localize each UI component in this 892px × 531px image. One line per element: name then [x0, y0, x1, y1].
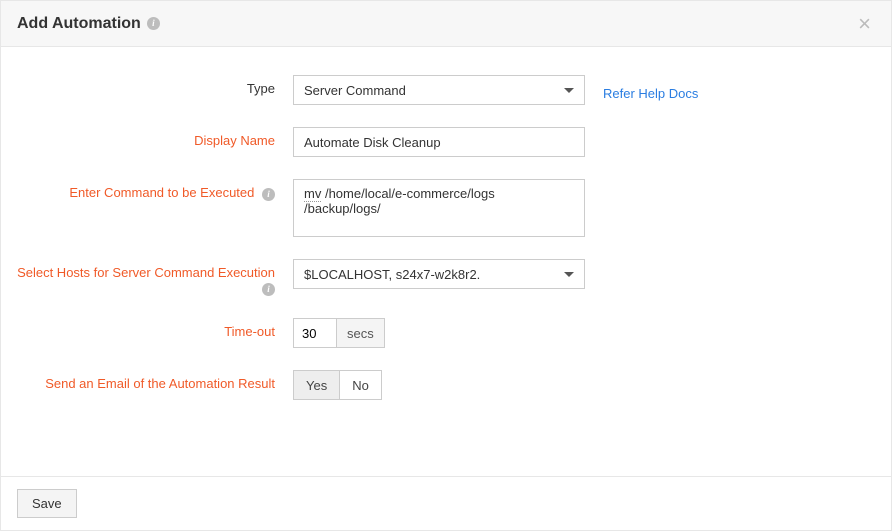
label-command-text: Enter Command to be Executed: [69, 185, 254, 200]
type-select[interactable]: Server Command: [293, 75, 585, 105]
dialog-title: Add Automation: [17, 15, 141, 33]
label-timeout: Time-out: [17, 318, 293, 339]
type-select-value: Server Command: [304, 83, 406, 98]
hosts-select[interactable]: $LOCALHOST, s24x7-w2k8r2.: [293, 259, 585, 289]
dialog-title-wrap: Add Automation i: [17, 15, 160, 33]
field-email-result: Yes No: [293, 370, 382, 400]
display-name-input[interactable]: [293, 127, 585, 157]
field-command: mv /home/local/e-commerce/logs /backup/l…: [293, 179, 585, 237]
label-hosts: Select Hosts for Server Command Executio…: [17, 259, 293, 296]
label-command: Enter Command to be Executed i: [17, 179, 293, 201]
info-icon[interactable]: i: [262, 188, 275, 201]
hosts-select-value: $LOCALHOST, s24x7-w2k8r2.: [304, 267, 480, 282]
row-display-name: Display Name: [17, 127, 875, 157]
form-body: Type Server Command Refer Help Docs Disp…: [1, 47, 891, 438]
chevron-down-icon: [564, 88, 574, 93]
label-hosts-text: Select Hosts for Server Command Executio…: [17, 265, 275, 280]
help-docs-link[interactable]: Refer Help Docs: [603, 80, 698, 101]
command-textarea[interactable]: mv /home/local/e-commerce/logs /backup/l…: [293, 179, 585, 237]
row-command: Enter Command to be Executed i mv /home/…: [17, 179, 875, 237]
dialog-header: Add Automation i ×: [1, 1, 891, 47]
email-toggle-group: Yes No: [293, 370, 382, 400]
dialog-footer: Save: [1, 476, 891, 530]
label-type: Type: [17, 75, 293, 96]
row-timeout: Time-out secs: [17, 318, 875, 348]
row-email-result: Send an Email of the Automation Result Y…: [17, 370, 875, 400]
field-type: Server Command Refer Help Docs: [293, 75, 698, 105]
field-display-name: [293, 127, 585, 157]
close-icon[interactable]: ×: [854, 9, 875, 39]
timeout-input[interactable]: [293, 318, 337, 348]
save-button[interactable]: Save: [17, 489, 77, 518]
toggle-yes-button[interactable]: Yes: [293, 370, 340, 400]
row-type: Type Server Command Refer Help Docs: [17, 75, 875, 105]
timeout-unit: secs: [337, 318, 385, 348]
info-icon[interactable]: i: [147, 17, 160, 30]
field-hosts: $LOCALHOST, s24x7-w2k8r2.: [293, 259, 585, 289]
toggle-no-button[interactable]: No: [340, 370, 382, 400]
label-email-result: Send an Email of the Automation Result: [17, 370, 293, 391]
info-icon[interactable]: i: [262, 283, 275, 296]
row-hosts: Select Hosts for Server Command Executio…: [17, 259, 875, 296]
field-timeout: secs: [293, 318, 385, 348]
chevron-down-icon: [564, 272, 574, 277]
label-display-name: Display Name: [17, 127, 293, 148]
